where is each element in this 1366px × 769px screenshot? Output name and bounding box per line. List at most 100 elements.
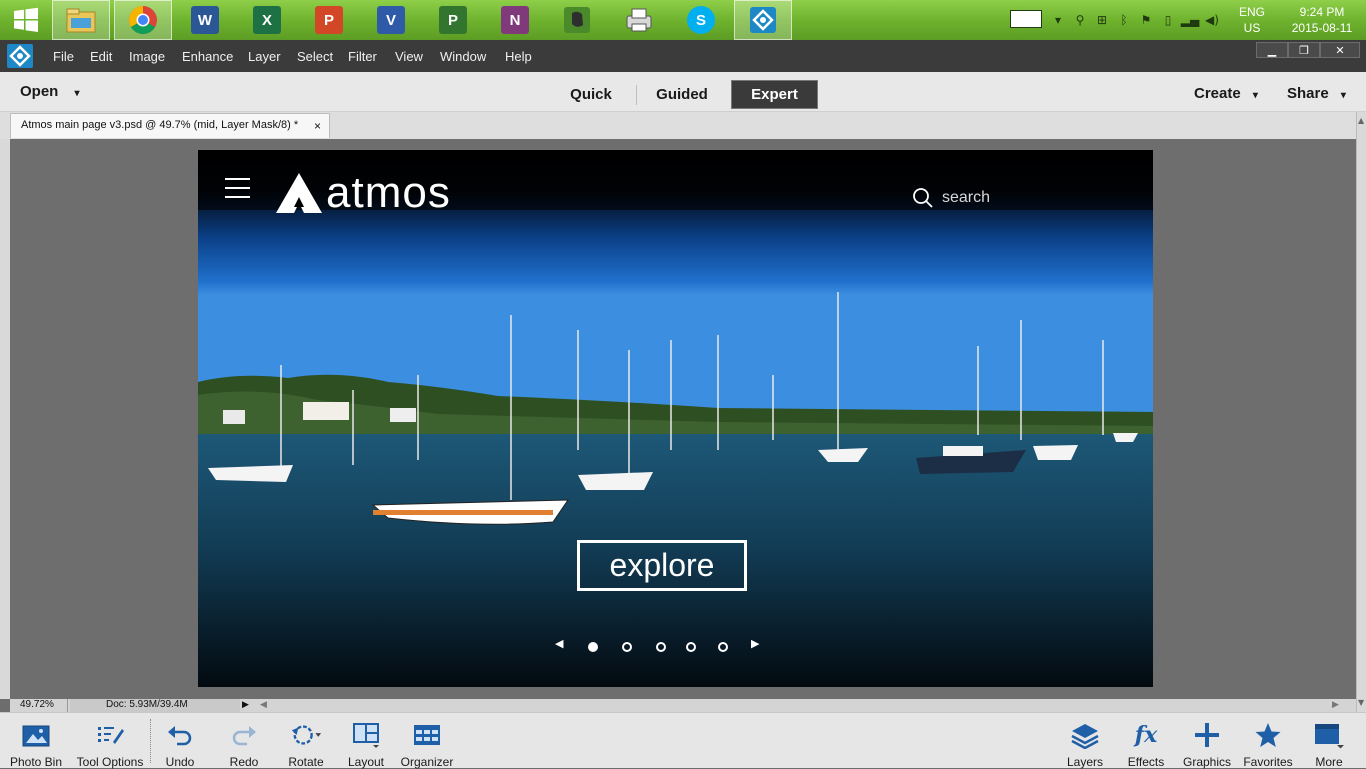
taskbar-chrome[interactable] [114, 0, 172, 40]
menu-help[interactable]: Help [505, 49, 532, 64]
zoom-readout[interactable]: 49.72% [10, 699, 68, 712]
taskbar-printer[interactable] [612, 0, 666, 40]
menu-select[interactable]: Select [297, 49, 333, 64]
windows-flag-icon[interactable]: ⊞ [1094, 12, 1110, 28]
layers-label: Layers [1066, 755, 1104, 769]
create-button[interactable]: Create ▾ [1194, 85, 1258, 102]
minimize-icon: ▁ [1267, 43, 1277, 57]
create-label: Create [1194, 85, 1241, 102]
battery-icon[interactable]: ▯ [1160, 12, 1176, 28]
minimize-button[interactable]: ▁ [1256, 42, 1288, 58]
favorites-label: Favorites [1243, 755, 1293, 769]
start-button[interactable] [4, 0, 48, 40]
undo-button[interactable]: Undo [160, 713, 200, 769]
open-button[interactable]: Open ▾ [20, 83, 80, 100]
taskbar-excel[interactable]: X [240, 0, 294, 40]
graphics-icon [1191, 719, 1223, 751]
clock[interactable]: 9:24 PM 2015-08-11 [1282, 4, 1362, 36]
undo-label: Undo [165, 755, 195, 769]
menu-window[interactable]: Window [440, 49, 486, 64]
carousel-next-icon[interactable]: ▶ [751, 637, 759, 650]
mode-guided[interactable]: Guided [646, 80, 718, 109]
taskbar-file-explorer[interactable] [52, 0, 110, 40]
taskbar-evernote[interactable] [550, 0, 604, 40]
carousel-dot[interactable] [686, 642, 696, 652]
taskbar-photoshop-elements[interactable] [734, 0, 792, 40]
atmos-mountain-icon [276, 173, 322, 213]
share-button[interactable]: Share ▾ [1287, 85, 1346, 102]
menu-layer[interactable]: Layer [248, 49, 281, 64]
organizer-label: Organizer [400, 755, 454, 769]
mode-expert[interactable]: Expert [731, 80, 818, 109]
windows-taskbar: W X P V P N S ▾ ⚲ ⊞ ᛒ ⚑ ▯ ▂▄ ◀) ENG US 9… [0, 0, 1366, 40]
vertical-scrollbar[interactable]: ▲ ▼ [1356, 112, 1366, 712]
search-placeholder: search [942, 189, 991, 206]
evernote-icon [564, 7, 590, 33]
document-tab[interactable]: Atmos main page v3.psd @ 49.7% (mid, Lay… [10, 113, 330, 138]
scroll-down-icon[interactable]: ▼ [1358, 698, 1364, 707]
chevron-up-icon[interactable]: ▾ [1050, 12, 1066, 28]
doc-size-readout: Doc: 5.93M/39.4M [70, 699, 240, 712]
keyboard-icon[interactable] [1010, 10, 1042, 28]
menu-filter[interactable]: Filter [348, 49, 377, 64]
hscroll-left-icon[interactable]: ◀ [260, 699, 267, 710]
logo-text: atmos [326, 168, 451, 217]
restore-icon: ❐ [1299, 43, 1309, 57]
close-window-button[interactable]: ✕ [1320, 42, 1360, 58]
printer-icon [626, 8, 652, 32]
effects-button[interactable]: fx Effects [1125, 713, 1167, 769]
bottom-panel-bar: Photo Bin Tool Options Undo Redo Rotate … [0, 712, 1366, 769]
more-button[interactable]: More [1308, 713, 1350, 769]
carousel-dot[interactable] [656, 642, 666, 652]
carousel-dot[interactable] [718, 642, 728, 652]
status-menu-arrow-icon[interactable]: ▶ [242, 699, 249, 710]
action-center-icon[interactable]: ⚑ [1138, 12, 1154, 28]
hscroll-right-icon[interactable]: ▶ [1332, 699, 1339, 710]
carousel-dot[interactable] [588, 642, 598, 652]
rotate-button[interactable]: Rotate [282, 713, 330, 769]
layers-button[interactable]: Layers [1064, 713, 1106, 769]
carousel-dot[interactable] [622, 642, 632, 652]
taskbar-skype[interactable]: S [674, 0, 728, 40]
favorites-icon [1252, 719, 1284, 751]
usb-icon[interactable]: ⚲ [1072, 12, 1088, 28]
more-label: More [1315, 755, 1343, 769]
taskbar-powerpoint[interactable]: P [302, 0, 356, 40]
carousel-prev-icon[interactable]: ◀ [555, 637, 563, 650]
redo-button[interactable]: Redo [224, 713, 264, 769]
tab-close-icon[interactable]: × [314, 119, 321, 133]
tool-options-label: Tool Options [76, 755, 144, 769]
bluetooth-icon[interactable]: ᛒ [1116, 12, 1132, 28]
menu-edit[interactable]: Edit [90, 49, 112, 64]
canvas-search[interactable]: search [912, 187, 990, 209]
menu-enhance[interactable]: Enhance [182, 49, 233, 64]
menu-view[interactable]: View [395, 49, 423, 64]
taskbar-project[interactable]: P [426, 0, 480, 40]
restore-button[interactable]: ❐ [1288, 42, 1320, 58]
wifi-signal-icon[interactable]: ▂▄ [1181, 12, 1199, 28]
tool-options-button[interactable]: Tool Options [74, 713, 146, 769]
scroll-up-icon[interactable]: ▲ [1358, 116, 1364, 125]
left-scrollbar[interactable] [0, 139, 10, 699]
atmos-logo[interactable]: atmos [274, 168, 451, 217]
taskbar-word[interactable]: W [178, 0, 232, 40]
volume-icon[interactable]: ◀) [1204, 12, 1220, 28]
effects-label: Effects [1127, 755, 1165, 769]
graphics-button[interactable]: Graphics [1182, 713, 1232, 769]
layout-button[interactable]: Layout [345, 713, 387, 769]
document-canvas[interactable]: atmos search explore ◀ ▶ [198, 150, 1153, 687]
hamburger-menu-icon[interactable] [225, 178, 250, 198]
menu-image[interactable]: Image [129, 49, 165, 64]
taskbar-onenote[interactable]: N [488, 0, 542, 40]
photo-bin-button[interactable]: Photo Bin [6, 713, 66, 769]
app-logo[interactable] [6, 44, 34, 68]
tool-options-icon [94, 719, 126, 751]
explore-button[interactable]: explore [577, 540, 747, 591]
favorites-button[interactable]: Favorites [1241, 713, 1295, 769]
taskbar-visio[interactable]: V [364, 0, 418, 40]
project-icon: P [439, 6, 467, 34]
language-indicator[interactable]: ENG US [1232, 4, 1272, 36]
menu-file[interactable]: File [53, 49, 74, 64]
organizer-button[interactable]: Organizer [398, 713, 456, 769]
mode-quick[interactable]: Quick [560, 80, 622, 109]
